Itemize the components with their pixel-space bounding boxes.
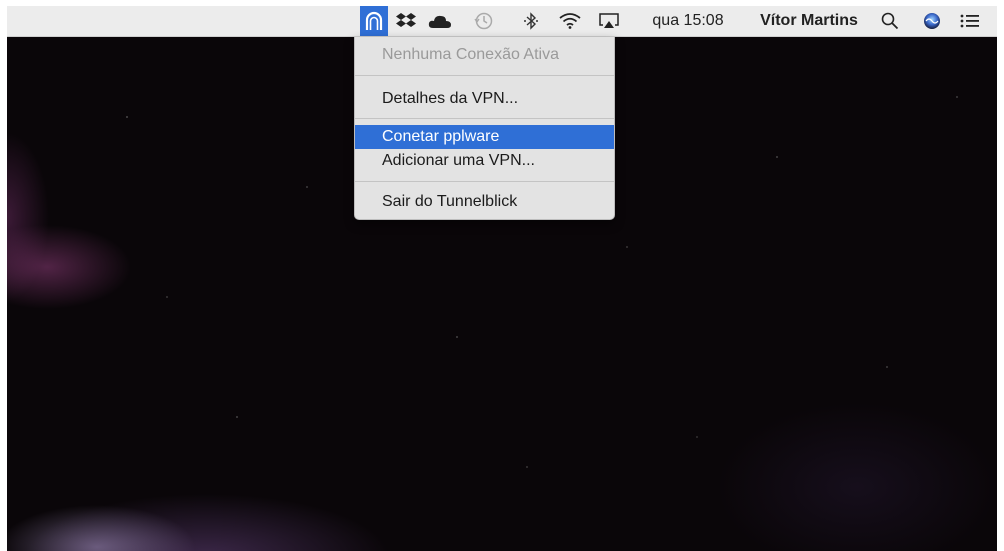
menubar-clock[interactable]: qua 15:08 [639, 6, 737, 36]
menu-separator [355, 118, 614, 119]
menu-item-status: Nenhuma Conexão Ativa [382, 46, 559, 63]
search-icon[interactable] [877, 6, 903, 36]
tunnelblick-menu: Nenhuma Conexão Ativa Detalhes da VPN...… [354, 37, 615, 220]
menu-item-add-vpn[interactable]: Adicionar uma VPN... [355, 149, 614, 173]
airplay-icon[interactable] [595, 6, 623, 36]
menu-separator [355, 181, 614, 182]
menu-bar: qua 15:08 Vítor Martins [7, 6, 997, 37]
screen: qua 15:08 Vítor Martins Nenhuma Conexão … [0, 0, 1004, 551]
tunnelblick-icon[interactable] [360, 6, 388, 36]
menubar-user[interactable]: Vítor Martins [745, 6, 873, 36]
wifi-icon[interactable] [556, 6, 584, 36]
dropbox-icon[interactable] [393, 6, 419, 36]
menu-item-vpn-details[interactable]: Detalhes da VPN... [355, 87, 614, 111]
menu-separator [355, 75, 614, 76]
bluetooth-icon[interactable] [519, 6, 543, 36]
cloud-icon[interactable] [425, 6, 455, 36]
menu-item-connect[interactable]: Conetar pplware [355, 125, 614, 149]
menu-item-quit[interactable]: Sair do Tunnelblick [355, 190, 614, 214]
siri-icon[interactable] [920, 6, 944, 36]
notification-center-icon[interactable] [957, 6, 983, 36]
time-machine-icon[interactable] [471, 6, 497, 36]
